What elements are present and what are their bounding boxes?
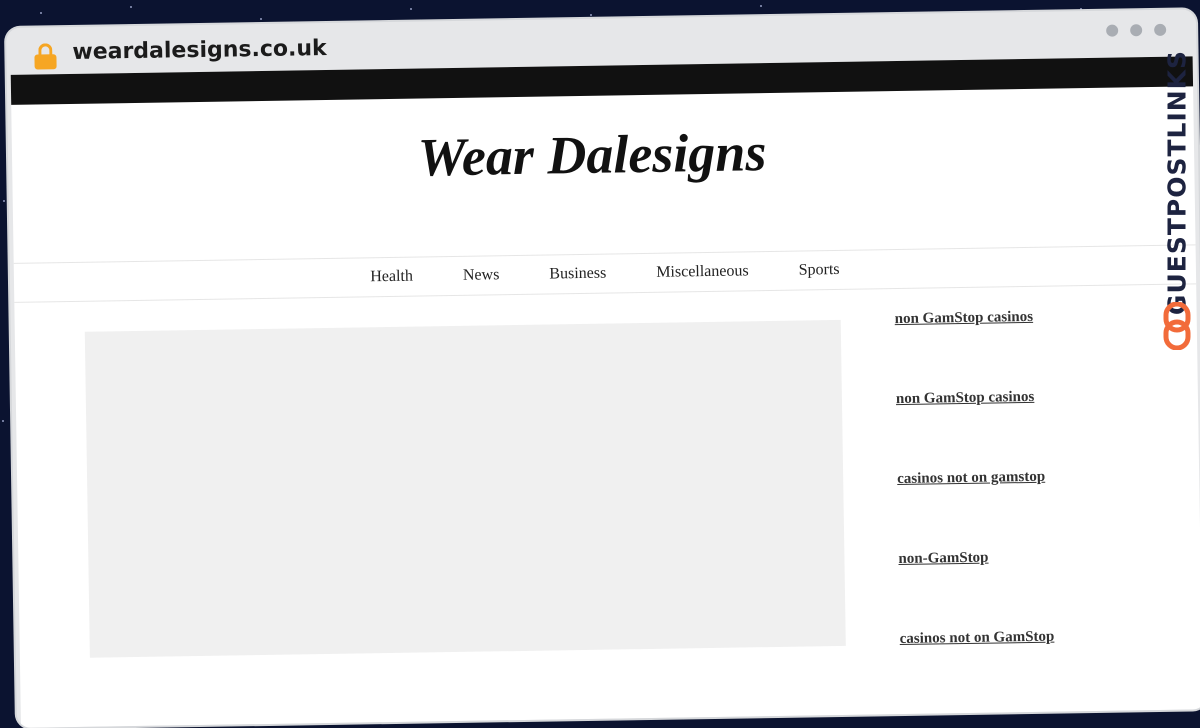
window-dot[interactable]	[1106, 24, 1119, 37]
lock-icon	[34, 43, 57, 70]
sidebar-link[interactable]: non GamStop casinos	[896, 387, 1137, 471]
nav-item-news[interactable]: News	[463, 266, 500, 285]
nav-item-sports[interactable]: Sports	[799, 261, 840, 280]
nav-item-miscellaneous[interactable]: Miscellaneous	[656, 262, 749, 281]
address-bar-url[interactable]: weardalesigns.co.uk	[72, 36, 327, 65]
site-title[interactable]: Wear Dalesigns	[12, 115, 1173, 195]
watermark-text: GUESTPOSTLINKS	[1162, 49, 1192, 316]
window-dot[interactable]	[1154, 23, 1167, 36]
sidebar-link[interactable]: casinos not on GamStop	[900, 627, 1141, 711]
window-dot[interactable]	[1130, 24, 1143, 37]
browser-window: weardalesigns.co.uk Wear Dalesigns Healt…	[6, 9, 1200, 728]
window-controls	[1106, 23, 1167, 37]
sidebar-link[interactable]: non GamStop casinos	[895, 307, 1136, 391]
sidebar-links: non GamStop casinos non GamStop casinos …	[895, 307, 1141, 711]
sidebar-link[interactable]: non-GamStop	[898, 547, 1139, 631]
hero-image-placeholder	[84, 319, 846, 658]
nav-item-health[interactable]: Health	[370, 268, 413, 287]
link-chain-icon	[1163, 302, 1191, 350]
web-page: Wear Dalesigns Health News Business Misc…	[10, 56, 1200, 728]
sidebar-link[interactable]: casinos not on gamstop	[897, 467, 1138, 551]
main-nav: Health News Business Miscellaneous Sport…	[13, 244, 1197, 303]
nav-item-business[interactable]: Business	[549, 265, 606, 284]
guestpostlinks-watermark: GUESTPOSTLINKS	[1160, 50, 1194, 358]
